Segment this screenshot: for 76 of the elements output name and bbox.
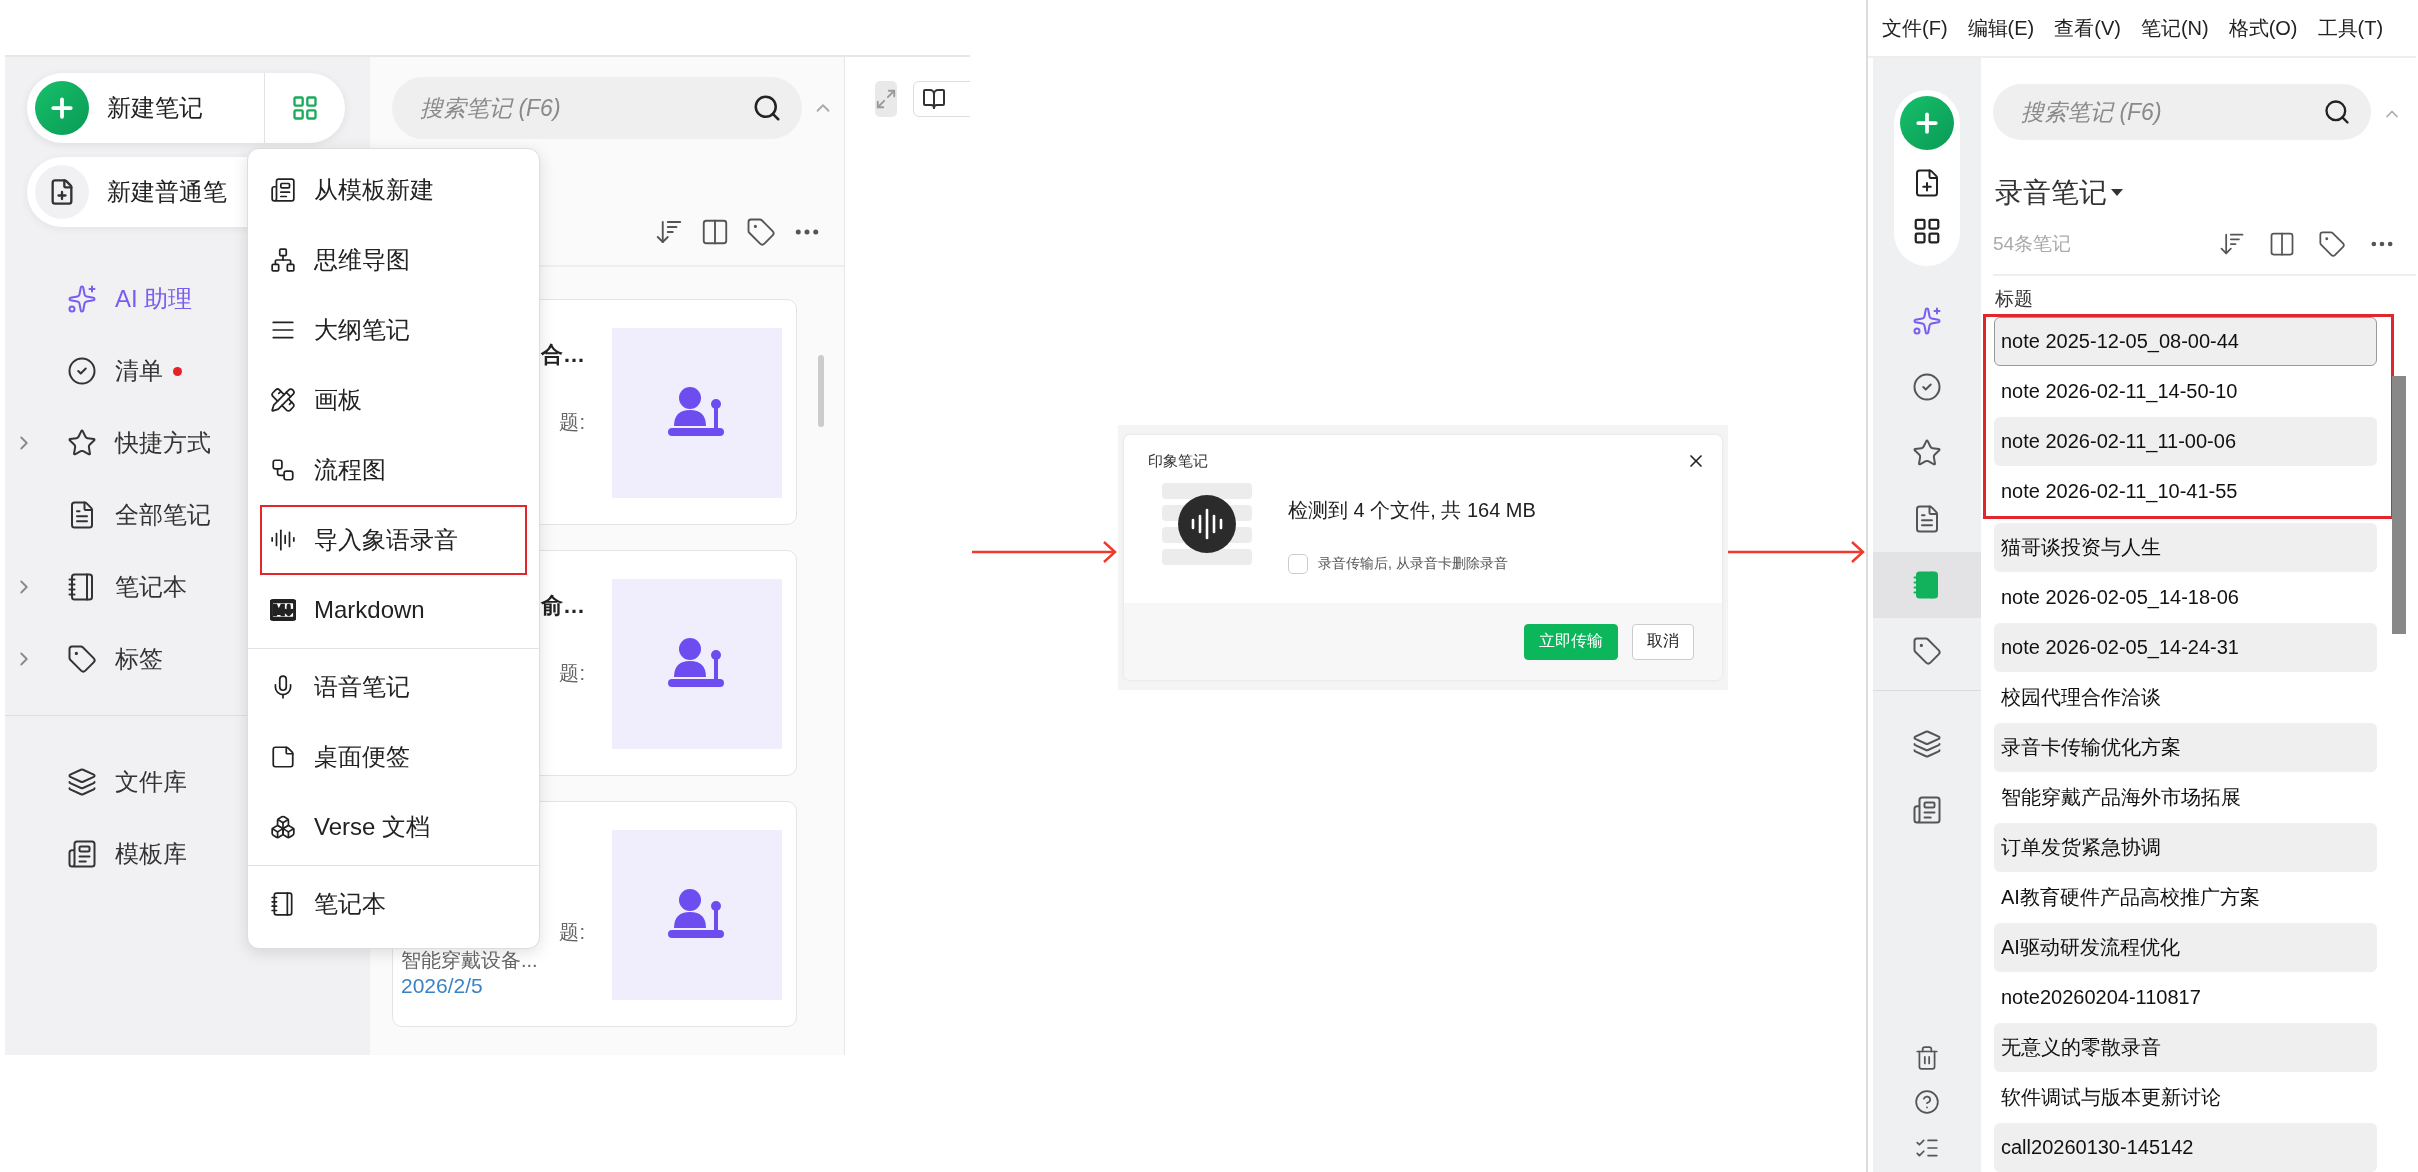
note-row[interactable]: 智能穿戴产品海外市场拓展 <box>1994 773 2377 822</box>
notebook-icon <box>270 891 296 917</box>
notebook-title[interactable]: 录音笔记 <box>1995 174 2107 212</box>
note-date: 2026/2/5 <box>401 974 484 998</box>
menu-bar-item[interactable]: 查看(V) <box>2054 14 2121 42</box>
grid-icon <box>291 94 319 122</box>
note-snippet: 智能穿戴设备... <box>401 948 539 973</box>
note-title: 合… <box>540 341 585 369</box>
new-note-button[interactable]: 新建笔记 <box>27 73 265 143</box>
menu-item[interactable]: 导入象语录音 <box>260 505 527 575</box>
note-row[interactable]: AI驱动研发流程优化 <box>1994 923 2377 972</box>
search-icon <box>752 93 782 123</box>
note-row[interactable]: note 2025-12-05_08-00-44 <box>1994 317 2377 366</box>
tag-icon <box>1912 636 1942 666</box>
note-row[interactable]: 猫哥谈投资与人生 <box>1994 523 2377 572</box>
plus-icon[interactable] <box>1900 96 1954 150</box>
column-header: 标题 <box>1995 287 2034 311</box>
note-row[interactable]: note 2026-02-11_14-50-10 <box>1994 367 2377 416</box>
note-row[interactable]: note 2026-02-05_14-18-06 <box>1994 573 2377 622</box>
grid-icon[interactable] <box>1912 216 1942 246</box>
note-row[interactable]: note 2026-02-11_11-00-06 <box>1994 417 2377 466</box>
scrollbar <box>818 355 824 427</box>
check-circle-icon <box>1912 372 1942 402</box>
dialog-message: 检测到 4 个文件, 共 164 MB <box>1288 498 1536 523</box>
search-icon <box>2323 98 2351 126</box>
note-count: 54条笔记 <box>1993 232 2072 256</box>
columns-icon[interactable] <box>2268 230 2296 258</box>
tag-icon[interactable] <box>746 217 776 247</box>
menu-bar-item[interactable]: 笔记(N) <box>2140 14 2209 42</box>
note-row[interactable]: note 2026-02-11_10-41-55 <box>1994 467 2377 516</box>
star-icon <box>67 428 97 458</box>
notification-dot <box>173 366 182 376</box>
note-plus-icon <box>35 165 89 219</box>
expand-button[interactable] <box>875 81 897 117</box>
cancel-button[interactable]: 取消 <box>1632 623 1694 660</box>
checkbox-label: 录音传输后, 从录音卡删除录音 <box>1318 555 1508 573</box>
note-snippet: 题: <box>558 661 585 686</box>
notebook-button[interactable] <box>913 81 970 117</box>
blocks-icon <box>270 814 296 840</box>
note-snippet: 题: <box>558 410 585 435</box>
pencil-ruler-icon <box>270 387 296 413</box>
book-icon <box>922 87 946 111</box>
star-icon <box>1912 438 1942 468</box>
menu-item[interactable]: 思维导图 <box>260 225 527 295</box>
note-row[interactable]: note20260204-110817 <box>1994 973 2377 1022</box>
menu-bar-item[interactable]: 工具(T) <box>2317 14 2384 42</box>
note-row[interactable]: 无意义的零散录音 <box>1994 1023 2377 1072</box>
menu-bar-item[interactable]: 文件(F) <box>1882 14 1948 42</box>
file-stack-icon <box>67 767 97 797</box>
check-circle-icon <box>67 356 97 386</box>
audio-wave-icon <box>270 527 296 553</box>
note-row[interactable]: call20260130-145142 <box>1994 1123 2377 1172</box>
note-row[interactable]: 订单发货紧急协调 <box>1994 823 2377 872</box>
note-row[interactable]: 软件调试与版本更新讨论 <box>1994 1073 2377 1122</box>
template-icon <box>270 177 296 203</box>
template-icon <box>67 839 97 869</box>
menu-bar-item[interactable]: 格式(O) <box>2228 14 2298 42</box>
tag-icon[interactable] <box>2318 230 2346 258</box>
dialog-title: 印象笔记 <box>1148 451 1208 471</box>
note-row[interactable]: AI教育硬件产品高校推广方案 <box>1994 873 2377 922</box>
checkbox[interactable] <box>1288 554 1308 574</box>
menu-bar-item[interactable]: 编辑(E) <box>1967 14 2035 42</box>
sparkle-icon <box>67 284 97 314</box>
markdown-icon <box>270 597 296 623</box>
sparkle-icon <box>1912 306 1942 336</box>
note-snippet: 题: <box>558 920 585 945</box>
note-row[interactable]: 录音卡传输优化方案 <box>1994 723 2377 772</box>
columns-icon[interactable] <box>700 217 730 247</box>
note-row[interactable]: 校园代理合作洽谈 <box>1994 673 2377 722</box>
tag-icon <box>67 644 97 674</box>
note-row[interactable]: note 2026-02-05_14-24-31 <box>1994 623 2377 672</box>
caret-icon <box>2111 189 2123 197</box>
plus-icon <box>35 81 89 135</box>
sticky-note-icon <box>270 744 296 770</box>
flowchart-icon <box>270 457 296 483</box>
mind-map-icon <box>270 247 296 273</box>
